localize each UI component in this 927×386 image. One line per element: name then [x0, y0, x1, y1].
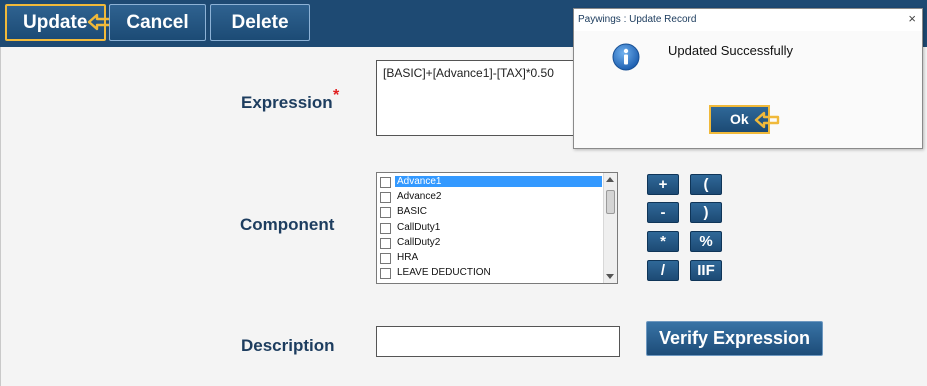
multiply-button[interactable]: * [647, 231, 679, 252]
checkbox[interactable] [380, 192, 391, 203]
open-paren-button[interactable]: ( [690, 174, 722, 195]
plus-button[interactable]: + [647, 174, 679, 195]
checkbox[interactable] [380, 207, 391, 218]
update-record-dialog: Paywings : Update Record × Updated Succe… [573, 8, 923, 149]
scroll-thumb[interactable] [606, 190, 615, 214]
checkbox[interactable] [380, 253, 391, 264]
list-item[interactable]: CallDuty1 [378, 220, 603, 235]
expression-label: Expression [241, 93, 333, 112]
cancel-button[interactable]: Cancel [109, 4, 206, 41]
pointer-arrow-icon [754, 111, 780, 129]
checkbox[interactable] [380, 177, 391, 188]
list-item[interactable]: Advance2 [378, 189, 603, 204]
percent-button[interactable]: % [690, 231, 722, 252]
verify-expression-button[interactable]: Verify Expression [646, 321, 823, 356]
list-item[interactable]: Advance1 [378, 174, 603, 189]
description-input[interactable] [376, 326, 620, 357]
update-button-label: Update [23, 12, 88, 33]
dialog-body: Updated Successfully Ok [574, 31, 922, 148]
checkbox[interactable] [380, 238, 391, 249]
description-label: Description [241, 336, 335, 355]
list-item[interactable]: CallDuty2 [378, 235, 603, 250]
checkbox[interactable] [380, 268, 391, 279]
info-icon [612, 43, 640, 71]
component-list[interactable]: Advance1 Advance2 BASIC CallDuty1 CallDu… [376, 172, 618, 284]
scroll-down-icon[interactable] [606, 274, 614, 279]
scroll-up-icon[interactable] [606, 177, 614, 182]
required-marker: * [333, 87, 340, 104]
minus-button[interactable]: - [647, 202, 679, 223]
list-item[interactable]: BASIC [378, 204, 603, 219]
expression-input[interactable]: [BASIC]+[Advance1]-[TAX]*0.50 [376, 60, 581, 136]
component-label: Component [240, 215, 335, 234]
delete-button[interactable]: Delete [210, 4, 310, 41]
list-item[interactable]: LEAVE DEDUCTION [378, 265, 603, 280]
dialog-message: Updated Successfully [668, 43, 794, 58]
list-item[interactable]: HRA [378, 250, 603, 265]
divide-button[interactable]: / [647, 260, 679, 281]
checkbox[interactable] [380, 223, 391, 234]
close-paren-button[interactable]: ) [690, 202, 722, 223]
close-icon[interactable]: × [908, 11, 916, 26]
dialog-title: Paywings : Update Record [578, 14, 697, 25]
list-scrollbar[interactable] [603, 173, 617, 283]
iif-button[interactable]: IIF [690, 260, 722, 281]
